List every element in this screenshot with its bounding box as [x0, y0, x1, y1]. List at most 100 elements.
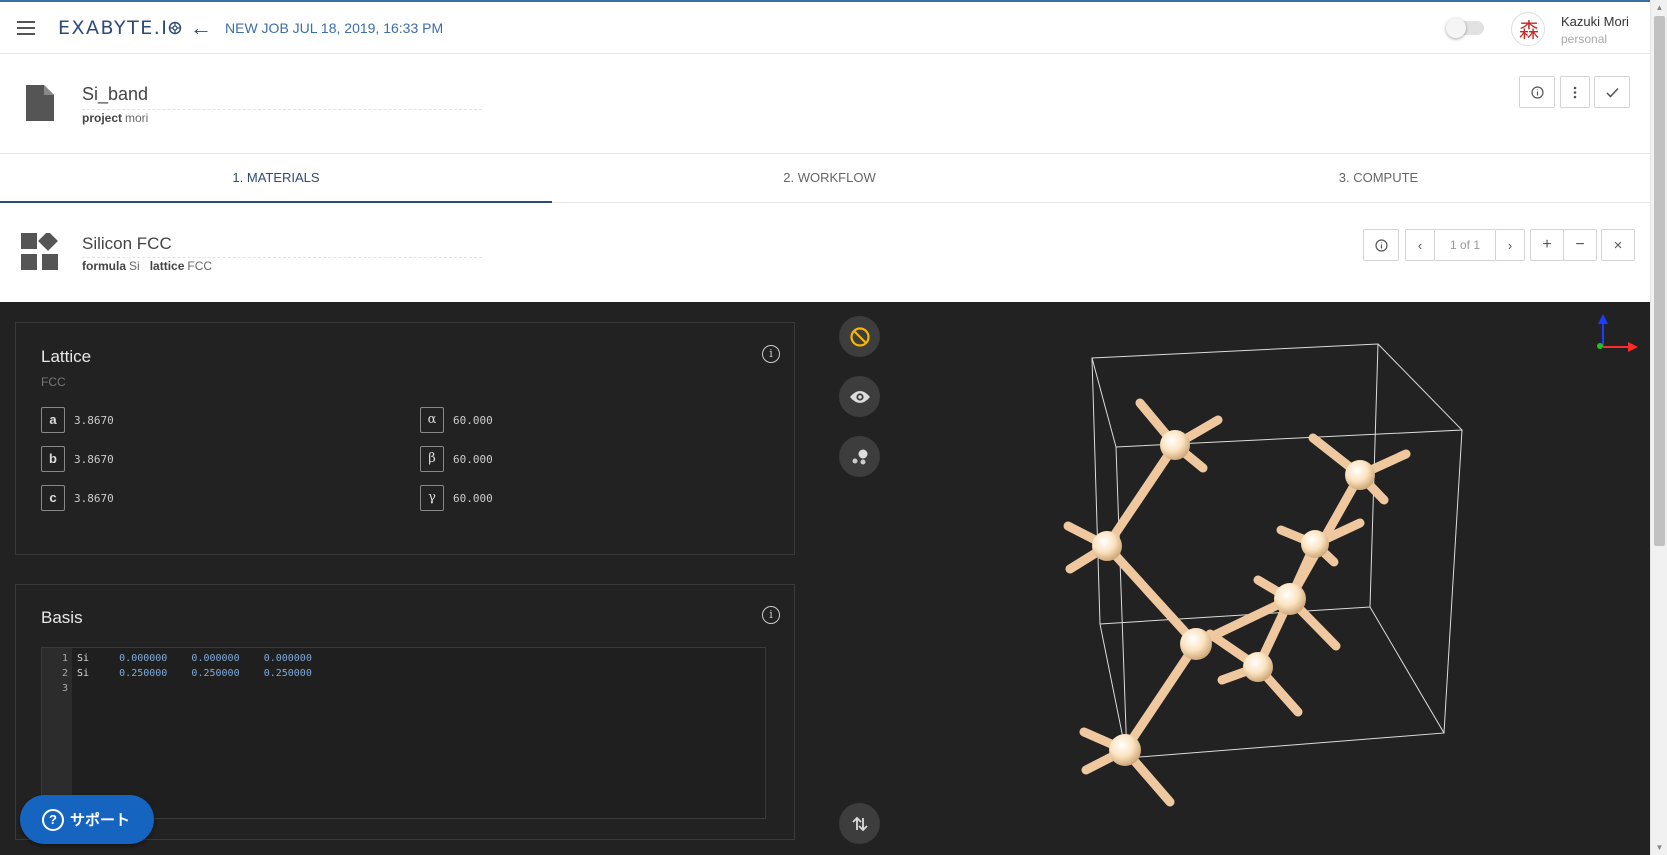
angle-value[interactable]: 60.000 — [453, 414, 493, 427]
next-material-button[interactable]: › — [1495, 229, 1525, 261]
check-icon — [1605, 87, 1619, 98]
toggle-visibility-button[interactable] — [839, 376, 880, 417]
project-value: mori — [125, 111, 149, 125]
page-scrollbar[interactable]: ▲ ▼ — [1650, 0, 1667, 855]
formula-value: Si — [129, 259, 140, 273]
materials-icon — [21, 233, 58, 270]
atom-display-button[interactable] — [839, 436, 880, 477]
info-icon — [1374, 238, 1388, 252]
angle-value[interactable]: 60.000 — [453, 453, 493, 466]
tab-compute[interactable]: 3. COMPUTE — [1107, 154, 1650, 203]
param-value[interactable]: 3.8670 — [74, 492, 114, 505]
basis-line: Si 0.000000 0.000000 0.000000 — [77, 653, 312, 664]
job-name-field[interactable]: Si_band — [82, 84, 482, 110]
lattice-label: lattice — [149, 259, 185, 273]
mode-toggle[interactable] — [1446, 18, 1484, 38]
prev-material-button[interactable]: ‹ — [1405, 229, 1435, 261]
scroll-up-icon[interactable]: ▲ — [1651, 0, 1667, 15]
material-info-button[interactable] — [1363, 229, 1399, 261]
swap-axes-button[interactable] — [839, 803, 880, 844]
close-icon: × — [1613, 236, 1623, 254]
remove-material-button[interactable]: − — [1563, 229, 1597, 261]
material-header: Silicon FCC formula Si lattice FCC ‹ 1 of … — [0, 203, 1650, 302]
lattice-param-c[interactable]: c 3.8670 — [41, 485, 114, 511]
material-meta: formula Si lattice FCC — [82, 259, 212, 273]
lattice-angle-beta[interactable]: β 60.000 — [420, 446, 493, 472]
lattice-param-a[interactable]: a 3.8670 — [41, 407, 114, 433]
info-icon — [1530, 85, 1544, 99]
param-value[interactable]: 3.8670 — [74, 453, 114, 466]
more-vert-icon — [1573, 86, 1577, 98]
support-button[interactable]: ? サポート — [20, 795, 154, 844]
job-tabs: 1. MATERIALS 2. WORKFLOW 3. COMPUTE — [0, 154, 1650, 203]
lattice-angle-gamma[interactable]: γ 60.000 — [420, 485, 493, 511]
job-info-button[interactable] — [1519, 76, 1555, 108]
crystal-3d-viewer[interactable] — [900, 302, 1650, 855]
scroll-thumb[interactable] — [1654, 16, 1665, 546]
document-icon — [26, 85, 54, 121]
angle-key: α — [420, 407, 444, 433]
svg-text:森: 森 — [1519, 18, 1539, 42]
coord-y: 0.000000 — [191, 653, 240, 664]
tab-materials[interactable]: 1. MATERIALS — [0, 154, 552, 203]
material-name-field[interactable]: Silicon FCC — [82, 234, 482, 258]
atoms-icon — [852, 449, 867, 464]
user-account: personal — [1561, 32, 1608, 46]
angle-key: γ — [420, 485, 444, 511]
logo-gear-icon — [169, 21, 182, 35]
basis-info-icon[interactable]: i — [762, 606, 780, 624]
coord-y: 0.250000 — [191, 668, 240, 679]
tab-workflow[interactable]: 2. WORKFLOW — [552, 154, 1107, 203]
formula-label: formula — [82, 259, 127, 273]
top-bar: EXABYTE.I ← NEW JOB JUL 18, 2019, 16:33 … — [0, 0, 1650, 54]
job-title: NEW JOB JUL 18, 2019, 16:33 PM — [225, 20, 444, 36]
param-key: c — [41, 485, 65, 511]
coord-x: 0.250000 — [119, 668, 168, 679]
scroll-down-icon[interactable]: ▼ — [1651, 840, 1667, 855]
back-arrow-icon[interactable]: ← — [190, 15, 212, 41]
job-project: project mori — [82, 111, 148, 125]
element-symbol: Si — [77, 668, 90, 679]
coord-z: 0.000000 — [263, 653, 312, 664]
menu-icon[interactable] — [17, 21, 35, 35]
job-header: Si_band project mori — [0, 54, 1650, 154]
atoms — [1092, 430, 1375, 766]
line-number: 2 — [61, 668, 68, 679]
toggle-knob — [1446, 18, 1466, 38]
eye-icon — [849, 390, 870, 403]
close-material-button[interactable]: × — [1601, 229, 1635, 261]
plus-icon: + — [1542, 236, 1552, 253]
exabyte-logo[interactable]: EXABYTE.I — [58, 17, 182, 39]
job-more-button[interactable] — [1560, 76, 1590, 108]
lattice-panel: Lattice i FCC a 3.8670 b 3.8670 c 3.8670… — [15, 322, 795, 555]
user-name[interactable]: Kazuki Mori — [1561, 14, 1629, 29]
minus-icon: − — [1575, 236, 1585, 253]
basis-line: Si 0.250000 0.250000 0.250000 — [77, 668, 312, 679]
avatar[interactable]: 森 — [1511, 12, 1545, 46]
add-material-button[interactable]: + — [1530, 229, 1564, 261]
lattice-param-b[interactable]: b 3.8670 — [41, 446, 114, 472]
app-root: EXABYTE.I ← NEW JOB JUL 18, 2019, 16:33 … — [0, 0, 1667, 855]
lattice-info-icon[interactable]: i — [762, 345, 780, 363]
axes-gizmo-icon — [1597, 314, 1638, 352]
param-key: b — [41, 446, 65, 472]
block-icon — [849, 326, 870, 347]
project-label: project — [82, 111, 123, 125]
chevron-left-icon: ‹ — [1417, 237, 1423, 253]
basis-code-editor[interactable]: 1 2 3 Si 0.000000 0.000000 0.000000 Si 0… — [41, 647, 766, 819]
lattice-title: Lattice — [41, 347, 92, 366]
lattice-type: FCC — [41, 375, 66, 389]
angle-value[interactable]: 60.000 — [453, 492, 493, 505]
line-number: 3 — [61, 683, 68, 694]
line-number: 1 — [61, 653, 68, 664]
param-value[interactable]: 3.8670 — [74, 414, 114, 427]
basis-title: Basis — [41, 608, 83, 627]
avatar-image: 森 — [1513, 14, 1544, 45]
lattice-angle-alpha[interactable]: α 60.000 — [420, 407, 493, 433]
chevron-right-icon: › — [1507, 237, 1513, 253]
support-label: サポート — [70, 812, 131, 829]
job-save-button[interactable] — [1594, 76, 1630, 108]
coord-z: 0.250000 — [263, 668, 312, 679]
lattice-value: FCC — [187, 259, 213, 273]
disable-viewer-button[interactable] — [839, 316, 880, 357]
